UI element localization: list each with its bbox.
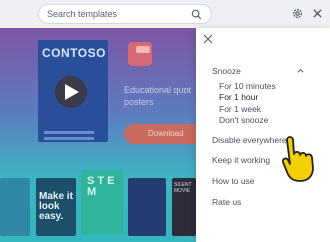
thumbnail-text: SILENT MOVIE: [174, 182, 192, 194]
search-placeholder: Search templates: [47, 9, 118, 19]
poster-brand: CONTOSO: [42, 46, 106, 60]
thumbnail-text: Make it look easy.: [39, 191, 73, 222]
template-thumbnail[interactable]: [0, 178, 30, 236]
template-thumbnail[interactable]: [128, 178, 166, 236]
template-preview-area: CONTOSO Educational quot posters Downloa…: [0, 28, 196, 242]
close-icon[interactable]: [203, 34, 213, 44]
poster-text-lines: [44, 131, 94, 134]
download-label: Download: [148, 129, 184, 138]
play-icon: [65, 84, 79, 100]
snooze-option[interactable]: For 1 week: [219, 104, 261, 114]
chevron-up-icon[interactable]: [297, 68, 304, 73]
new-badge: [136, 46, 150, 53]
rate-us-item[interactable]: Rate us: [212, 197, 241, 207]
keep-working-item[interactable]: Keep it working: [212, 155, 270, 165]
search-input[interactable]: Search templates: [38, 4, 212, 24]
gear-icon[interactable]: [291, 7, 304, 20]
template-thumbnail[interactable]: S T E M: [81, 170, 123, 234]
disable-everywhere-item[interactable]: Disable everywhere: [212, 135, 287, 145]
snooze-option[interactable]: For 1 hour: [219, 92, 258, 102]
download-button[interactable]: Download: [124, 124, 196, 144]
template-thumbnail[interactable]: Make it look easy.: [36, 178, 76, 236]
thumbnail-text: S T E M: [87, 175, 115, 198]
top-bar: Search templates: [0, 0, 330, 28]
how-to-use-item[interactable]: How to use: [212, 176, 255, 186]
template-description: Educational quot posters: [124, 85, 192, 107]
snooze-menu-item[interactable]: Snooze: [212, 66, 241, 76]
pointing-hand-icon: [281, 136, 314, 182]
snooze-option[interactable]: For 10 minutes: [219, 81, 276, 91]
template-thumbnail[interactable]: SILENT MOVIE: [172, 178, 196, 236]
search-icon[interactable]: [191, 9, 202, 20]
snooze-option[interactable]: Don't snooze: [219, 115, 268, 125]
play-button[interactable]: [55, 76, 87, 108]
close-icon[interactable]: [312, 8, 323, 19]
video-poster-preview[interactable]: CONTOSO: [38, 40, 108, 142]
